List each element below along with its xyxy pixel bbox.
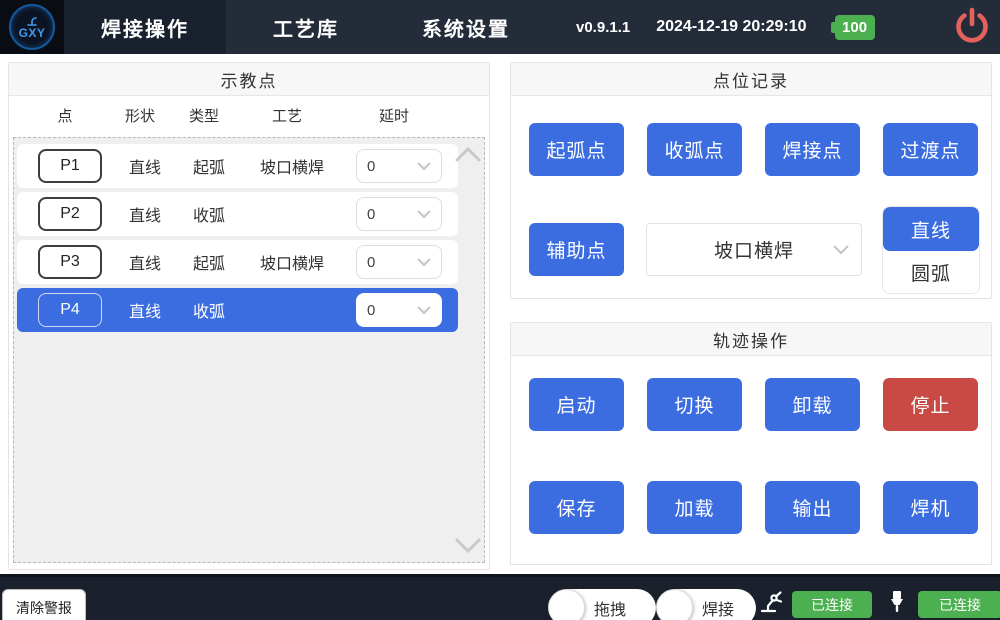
type-cell: 收弧 (170, 202, 248, 226)
col-header-type: 类型 (165, 105, 243, 126)
clear-alarm-button[interactable]: 清除警报 (2, 589, 86, 620)
teach-points-title: 示教点 (9, 63, 489, 96)
battery-badge: 100 (835, 15, 875, 40)
toggle-knob (656, 589, 693, 620)
start-button[interactable]: 启动 (529, 378, 624, 431)
teach-points-panel: 示教点 点 形状 类型 工艺 延时 P1 直线 起弧 坡口横焊 0 P2 直线 … (8, 62, 490, 570)
process-select-value: 坡口横焊 (714, 236, 794, 263)
shape-option-line[interactable]: 直线 (883, 207, 979, 251)
arc-end-point-button[interactable]: 收弧点 (647, 123, 742, 176)
delay-dropdown-p2[interactable]: 0 (356, 197, 442, 231)
welder-connection-status[interactable]: 已连接 (918, 591, 1000, 618)
point-button-p2[interactable]: P2 (38, 197, 102, 231)
table-row-p1[interactable]: P1 直线 起弧 坡口横焊 0 (17, 144, 458, 188)
scroll-up-icon[interactable] (455, 146, 481, 162)
weld-mode-toggle[interactable]: 焊接 (658, 589, 756, 620)
tab-welding-operation[interactable]: 焊接操作 (64, 0, 226, 54)
output-button[interactable]: 输出 (765, 481, 860, 534)
process-select-dropdown[interactable]: 坡口横焊 (646, 223, 862, 276)
shape-segmented-control: 直线 圆弧 (883, 207, 979, 293)
datetime-label: 2024-12-19 20:29:10 (656, 18, 806, 36)
col-header-point: 点 (15, 105, 115, 126)
robot-connection-status[interactable]: 已连接 (792, 591, 872, 618)
shape-option-arc[interactable]: 圆弧 (883, 251, 979, 293)
auxiliary-point-button[interactable]: 辅助点 (529, 223, 624, 276)
point-button-p4[interactable]: P4 (38, 293, 102, 327)
chevron-down-icon (417, 210, 431, 219)
tab-process-library[interactable]: 工艺库 (226, 0, 386, 54)
col-header-shape: 形状 (115, 105, 165, 126)
delay-dropdown-p4[interactable]: 0 (356, 293, 442, 327)
delay-dropdown-p3[interactable]: 0 (356, 245, 442, 279)
delay-value: 0 (367, 302, 375, 319)
stop-button[interactable]: 停止 (883, 378, 978, 431)
drag-toggle-label: 拖拽 (594, 596, 626, 620)
delay-dropdown-p1[interactable]: 0 (356, 149, 442, 183)
shape-cell: 直线 (120, 154, 170, 178)
point-record-panel: 点位记录 起弧点 收弧点 焊接点 过渡点 辅助点 坡口横焊 直线 圆弧 (510, 62, 992, 299)
type-cell: 起弧 (170, 154, 248, 178)
power-icon (952, 6, 992, 48)
status-bar: 清除警报 拖拽 焊接 已连接 已连接 (0, 574, 1000, 620)
chevron-down-icon (417, 258, 431, 267)
delay-value: 0 (367, 206, 375, 223)
type-cell: 收弧 (170, 298, 248, 322)
teach-points-list: P1 直线 起弧 坡口横焊 0 P2 直线 收弧 0 P3 直线 起弧 坡口横焊 (13, 137, 485, 563)
logo-block: GXY (0, 0, 64, 54)
drag-mode-toggle[interactable]: 拖拽 (550, 589, 656, 620)
table-row-p2[interactable]: P2 直线 收弧 0 (17, 192, 458, 236)
delay-value: 0 (367, 158, 375, 175)
point-button-p1[interactable]: P1 (38, 149, 102, 183)
type-cell: 起弧 (170, 250, 248, 274)
welder-button[interactable]: 焊机 (883, 481, 978, 534)
weld-toggle-label: 焊接 (702, 596, 734, 620)
scroll-down-icon[interactable] (455, 538, 481, 554)
chevron-down-icon (833, 245, 849, 255)
process-cell: 坡口横焊 (248, 250, 336, 274)
transition-point-button[interactable]: 过渡点 (883, 123, 978, 176)
tab-system-settings[interactable]: 系统设置 (386, 0, 546, 54)
track-operations-panel: 轨迹操作 启动 切换 卸载 停止 保存 加载 输出 焊机 (510, 322, 992, 565)
chevron-down-icon (417, 162, 431, 171)
unload-button[interactable]: 卸载 (765, 378, 860, 431)
save-button[interactable]: 保存 (529, 481, 624, 534)
track-operations-title: 轨迹操作 (511, 323, 991, 356)
table-row-p3[interactable]: P3 直线 起弧 坡口横焊 0 (17, 240, 458, 284)
robot-arm-icon (758, 590, 784, 614)
table-row-p4-selected[interactable]: P4 直线 收弧 0 (17, 288, 458, 332)
load-button[interactable]: 加载 (647, 481, 742, 534)
teach-points-table-header: 点 形状 类型 工艺 延时 (9, 96, 489, 134)
battery-level: 100 (842, 19, 867, 36)
arc-start-point-button[interactable]: 起弧点 (529, 123, 624, 176)
shape-cell: 直线 (120, 250, 170, 274)
toggle-knob (548, 589, 585, 620)
col-header-delay: 延时 (331, 105, 457, 126)
chevron-down-icon (417, 306, 431, 315)
power-button[interactable] (952, 6, 992, 48)
gxy-logo: GXY (9, 4, 55, 50)
shape-cell: 直线 (120, 298, 170, 322)
logo-text: GXY (19, 26, 46, 40)
version-label: v0.9.1.1 (576, 19, 630, 36)
switch-button[interactable]: 切换 (647, 378, 742, 431)
delay-value: 0 (367, 254, 375, 271)
welding-torch-icon (888, 590, 906, 614)
col-header-process: 工艺 (243, 105, 331, 126)
weld-point-button[interactable]: 焊接点 (765, 123, 860, 176)
top-bar: GXY 焊接操作 工艺库 系统设置 v0.9.1.1 2024-12-19 20… (0, 0, 1000, 54)
shape-cell: 直线 (120, 202, 170, 226)
point-button-p3[interactable]: P3 (38, 245, 102, 279)
point-record-title: 点位记录 (511, 63, 991, 96)
process-cell: 坡口横焊 (248, 154, 336, 178)
